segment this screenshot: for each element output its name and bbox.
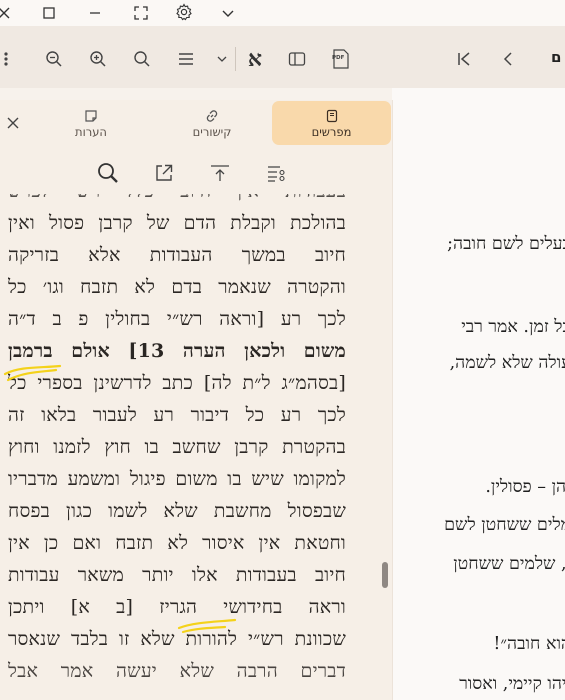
tab-commentaries[interactable]: מפרשים: [272, 101, 391, 145]
list-settings-icon: [268, 166, 285, 182]
toolbar-divider: [235, 47, 236, 71]
commentary-panel: הערות קישורים מפרשים בהולכת וקבלת הדם של…: [0, 100, 393, 700]
link-icon: [204, 107, 220, 124]
zoom-in-button[interactable]: [84, 45, 112, 73]
book-icon: [325, 107, 339, 124]
panel-search-button[interactable]: [93, 158, 123, 188]
more-options-button[interactable]: [0, 45, 16, 73]
main-line: כל זמן. אמר רבי: [461, 317, 565, 337]
minimize-icon: [90, 12, 100, 14]
first-page-button[interactable]: [450, 45, 478, 73]
font-toggle-button[interactable]: א: [241, 45, 269, 73]
commentary-line: שבפסול מחשבת שלא לשמו כגון בפסח: [8, 500, 346, 522]
commentary-line: חיוב בעבודות אלו יותר משאר עבודות: [8, 564, 346, 586]
commentary-line: בהקטרת קרבן שחשב בו חוץ לזמנו וחוץ: [8, 436, 346, 458]
commentary-line: לכך רע [וראה רש״י בחולין פ ב ד״ה: [8, 308, 346, 330]
tab-notes[interactable]: הערות: [30, 101, 152, 145]
sidebar-toggle-button[interactable]: [283, 45, 311, 73]
close-panel-button[interactable]: [2, 112, 24, 134]
title-bar: [0, 0, 565, 26]
commentary-line: חיוב במשך העבודות אלא בזריקה: [8, 244, 346, 266]
commentary-line: למקומו שיש בו משום פיגול ומשמע מדבריו: [8, 468, 346, 490]
panel-tab-bar: הערות קישורים מפרשים: [0, 100, 392, 148]
close-window-button[interactable]: [0, 3, 14, 23]
maximize-window-button[interactable]: [39, 3, 59, 23]
tab-label: מפרשים: [311, 125, 352, 139]
main-line: בעלים לשם חובה;: [447, 234, 565, 254]
commentary-line: וחטאת אין איסור לא תזבח ואם כן אין: [8, 532, 346, 554]
search-button[interactable]: [128, 45, 156, 73]
previous-button[interactable]: [494, 45, 522, 73]
sidebar-icon: [288, 52, 306, 66]
zoom-in-icon: [90, 51, 106, 67]
chevron-left-icon: [503, 52, 512, 66]
fullscreen-icon: [134, 6, 148, 20]
main-line: ויהו קיימי, ואסור: [459, 674, 565, 694]
pdf-button[interactable]: PDF: [327, 45, 355, 73]
minimize-window-button[interactable]: [85, 3, 105, 23]
more-vertical-icon: [4, 52, 8, 66]
main-line: הוא חובה״!: [493, 634, 565, 654]
open-external-icon: [156, 164, 173, 181]
commentary-line: והקטרה שנאמר בדם לא תזבח וגו׳ כל: [8, 276, 346, 298]
note-icon: [84, 107, 98, 124]
pdf-label: PDF: [332, 55, 345, 61]
zoom-out-button[interactable]: [40, 45, 68, 73]
align-top-icon: [211, 165, 229, 181]
toolbar-dropdown-button[interactable]: [208, 45, 236, 73]
toolbar-edge-label: ם: [551, 48, 562, 66]
search-icon: [134, 51, 150, 67]
list-settings-button[interactable]: [261, 158, 291, 188]
search-icon: [98, 163, 118, 183]
open-external-button[interactable]: [149, 158, 179, 188]
gear-icon: [176, 3, 192, 21]
close-icon: [0, 7, 10, 19]
highlight-mark: [3, 364, 62, 382]
scrollbar-thumb[interactable]: [382, 562, 388, 588]
commentary-line: בהולכת וקבלת הדם של קרבן פסול ואין: [8, 212, 346, 234]
toolbar: א PDF ם: [0, 26, 565, 88]
hamburger-icon: [179, 53, 193, 65]
main-line: עולה שלא לשמה,: [449, 353, 565, 373]
close-icon: [7, 117, 19, 129]
chevron-down-icon: [222, 10, 234, 17]
zoom-out-icon: [46, 51, 62, 67]
commentary-text: בעבודות אין חיוב כלל ויש לפרש בהולכת וקב…: [0, 194, 378, 700]
commentary-line: בעבודות אין חיוב כלל ויש לפרש: [8, 194, 346, 207]
chevron-down-icon: [217, 56, 227, 62]
tab-label: קישורים: [192, 125, 232, 139]
maximize-icon: [43, 7, 55, 19]
panel-tools: [0, 152, 392, 194]
main-line: מלים ששחטן לשם: [444, 515, 565, 535]
skip-back-icon: [458, 52, 470, 66]
main-text-pane: בעלים לשם חובה; כל זמן. אמר רבי עולה שלא…: [392, 88, 565, 700]
tab-label: הערות: [75, 125, 107, 139]
settings-button[interactable]: [174, 2, 194, 22]
menu-dropdown-button[interactable]: [218, 3, 238, 23]
text-menu-button[interactable]: [172, 45, 200, 73]
main-line: ן, שלמים ששחטן: [453, 554, 565, 574]
commentary-scrollbar[interactable]: [380, 194, 390, 700]
scroll-to-top-button[interactable]: [205, 158, 235, 188]
highlight-mark: [177, 618, 237, 634]
main-line: זהן – פסולין.: [485, 477, 565, 497]
tab-links[interactable]: קישורים: [152, 101, 272, 145]
commentary-line: לכך רע כל דיבור רע לעבור בלאו זה: [8, 404, 346, 426]
commentary-line: דברים הרבה שלא יעשה אמר אבל: [8, 660, 346, 682]
fullscreen-button[interactable]: [131, 3, 151, 23]
font-toggle-label: א: [247, 46, 263, 72]
